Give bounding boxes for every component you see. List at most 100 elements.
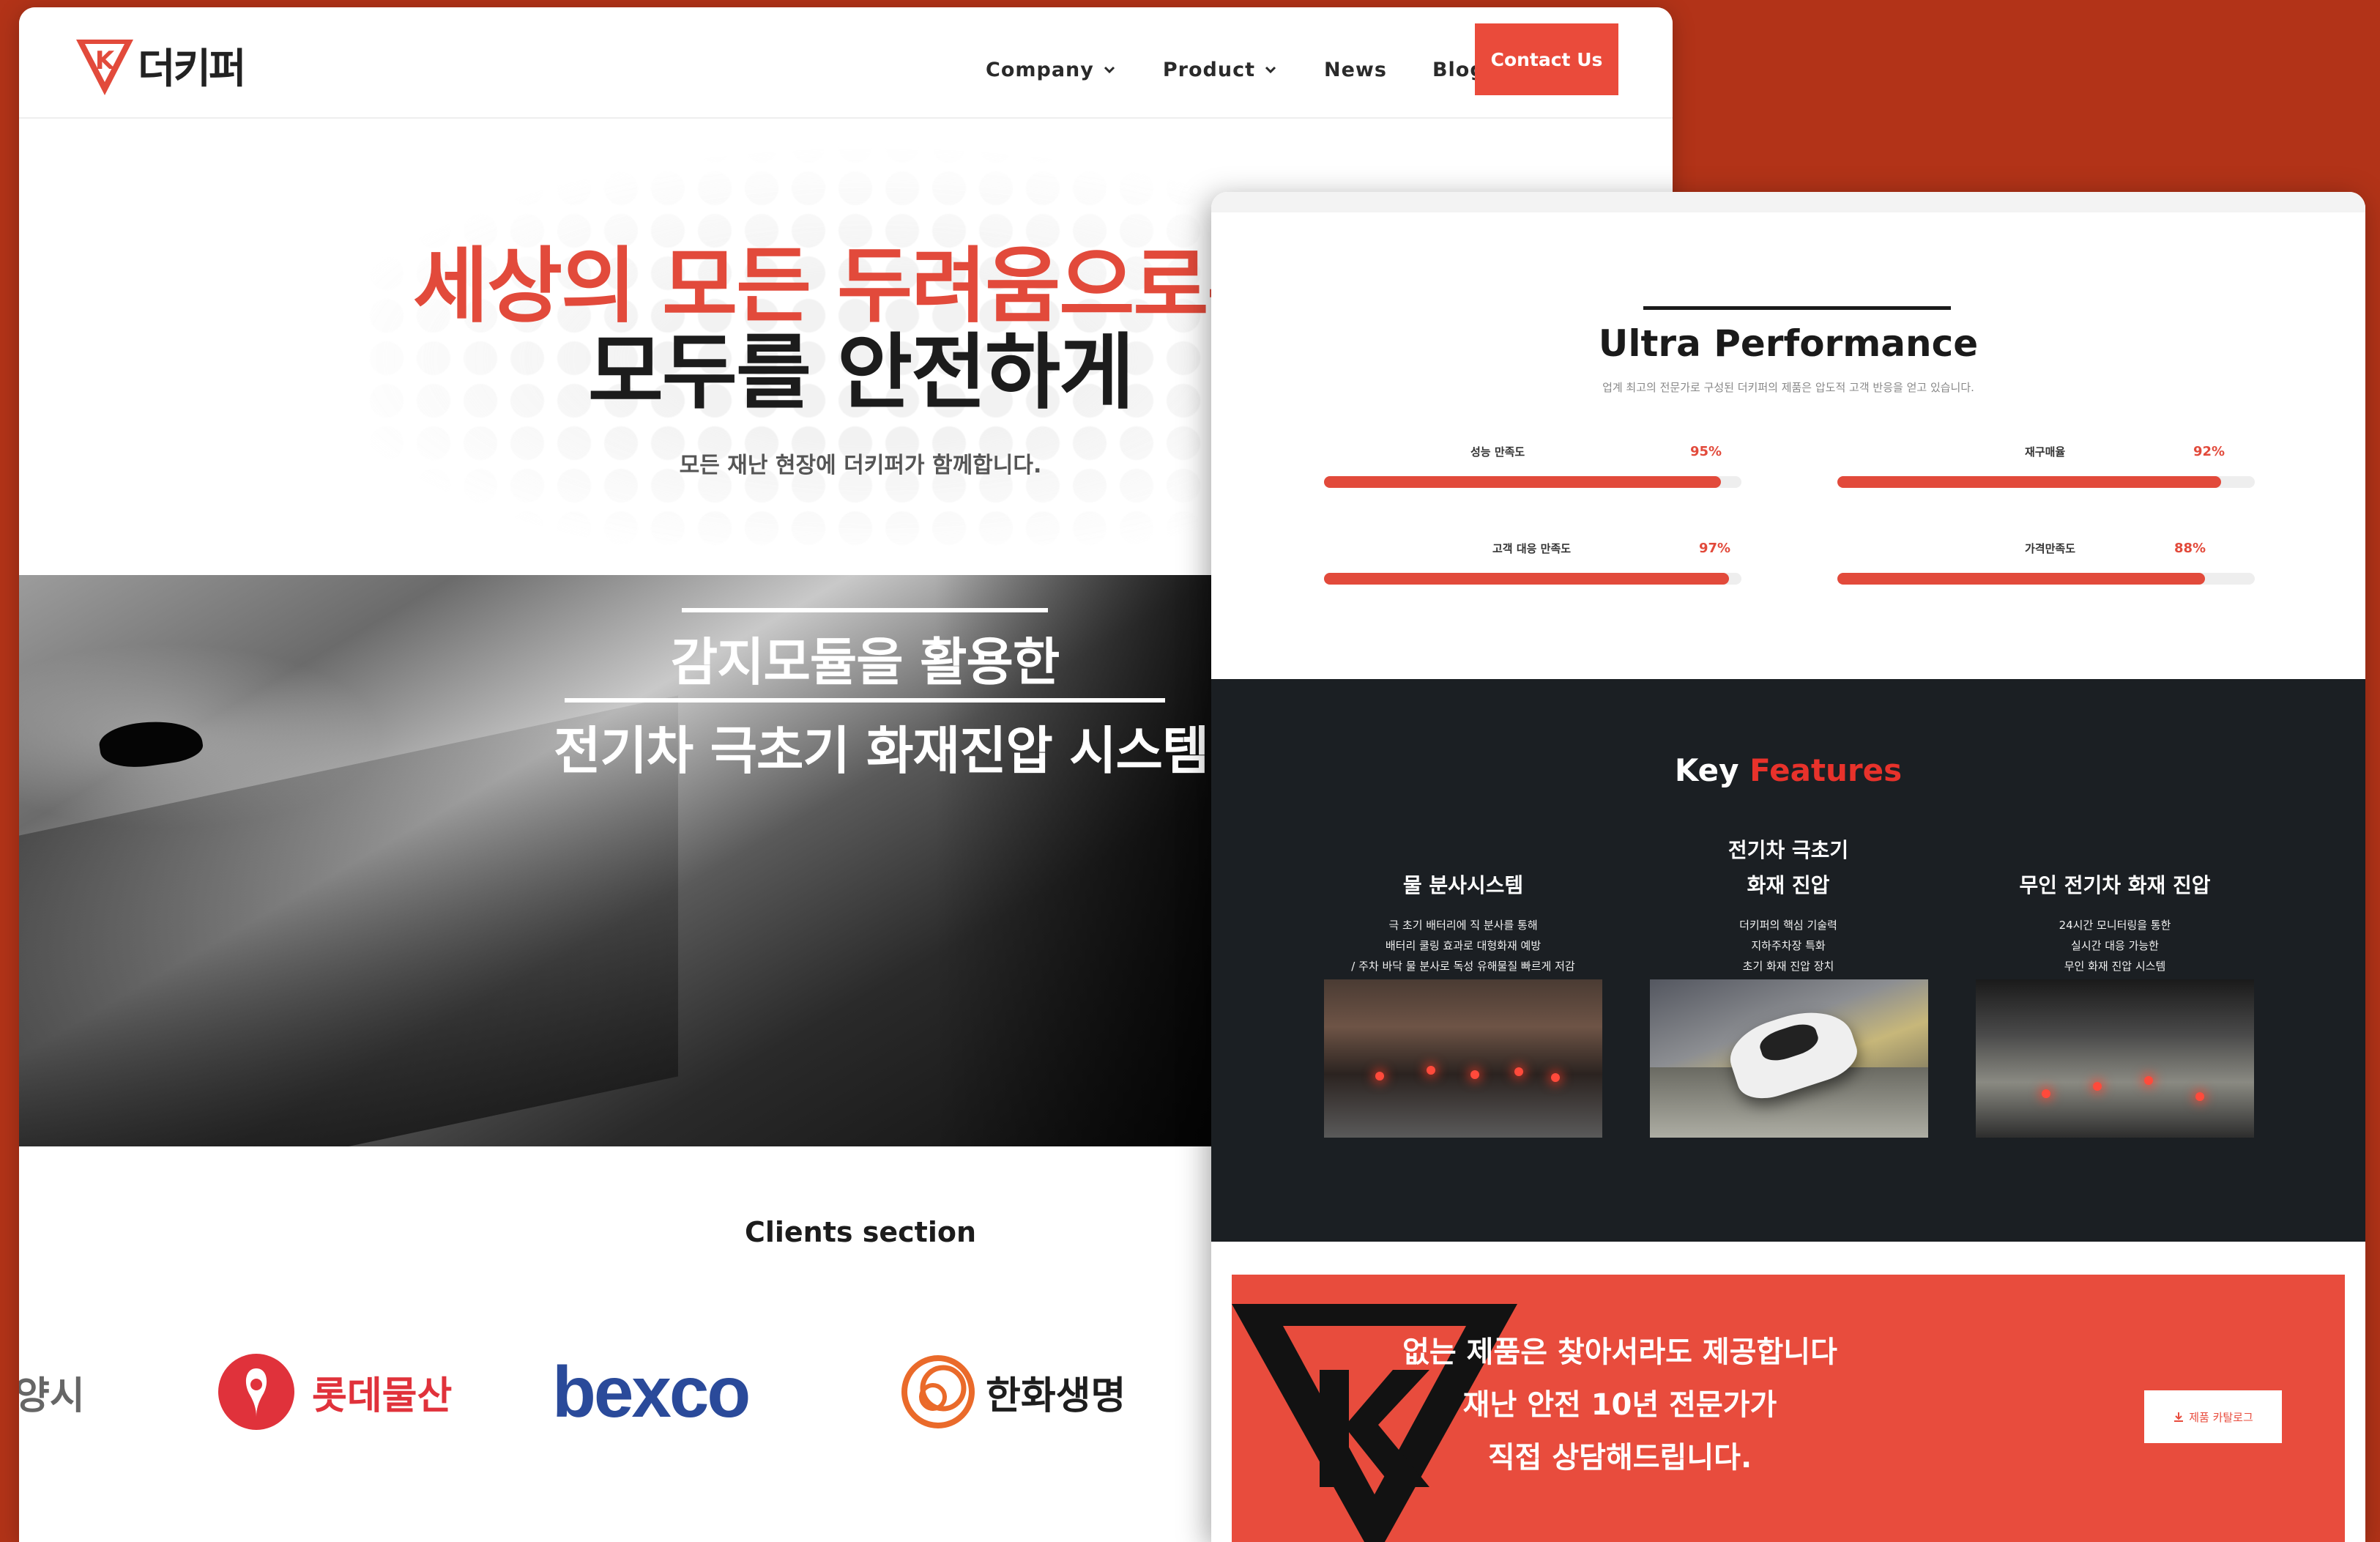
progress-label: 고객 대응 만족도 xyxy=(1492,542,1572,555)
feature-image-unmanned xyxy=(1976,979,2254,1138)
feature-title-line-2: 무인 전기차 화재 진압 xyxy=(2019,873,2211,897)
performance-subtitle: 업계 최고의 전문가로 구성된 더키퍼의 제품은 압도적 고객 반응을 얻고 있… xyxy=(1602,381,1974,394)
progress-fill xyxy=(1324,476,1721,488)
feature-desc-line: 무인 화재 진압 시스템 xyxy=(2064,960,2166,973)
catalog-download-button[interactable]: 제품 카탈로그 xyxy=(2144,1390,2282,1443)
nav-item-company[interactable]: Company xyxy=(986,59,1118,81)
feature-title-line-1: 전기차 극초기 xyxy=(1728,838,1849,862)
banner-title-rule xyxy=(565,698,1165,703)
feature-title-line-1 xyxy=(1323,833,1603,868)
feature-desc-line: 더키퍼의 핵심 기술력 xyxy=(1739,919,1837,932)
progress-label: 가격만족도 xyxy=(2025,542,2076,555)
progress-track xyxy=(1837,573,2255,585)
progress-label: 재구매율 xyxy=(2025,445,2066,459)
clients-logo-row: 양시 롯데물산 bexco 한화생명 xyxy=(19,1326,1220,1458)
client-logo-hanwha: 한화생명 xyxy=(898,1326,1126,1458)
progress-track xyxy=(1837,476,2255,488)
feature-ev-early-suppression: 전기차 극초기 화재 진압 더키퍼의 핵심 기술력 지하주차장 특화 초기 화재… xyxy=(1648,833,1928,976)
feature-description: 극 초기 배터리에 직 분사를 통해 배터리 쿨링 효과로 대형화재 예방 / … xyxy=(1323,915,1603,976)
banner-title-line-2: 전기차 극초기 화재진압 시스템 xyxy=(554,721,1209,781)
feature-water-spray: 물 분사시스템 극 초기 배터리에 직 분사를 통해 배터리 쿨링 효과로 대형… xyxy=(1323,833,1603,976)
client-name: 롯데물산 xyxy=(312,1374,453,1418)
hero-banner-image: 감지모듈을 활용한 전기차 극초기 화재진압 시스템 xyxy=(19,575,1220,1146)
sprinkler-light xyxy=(1514,1067,1523,1076)
cta-line: 재난 안전 10년 전문가가 xyxy=(1462,1388,1777,1422)
progress-track xyxy=(1324,573,1741,585)
sprinkler-light xyxy=(1427,1066,1435,1075)
client-logo-bexco: bexco xyxy=(552,1326,751,1458)
cta-line: 직접 상담해드립니다. xyxy=(1487,1441,1752,1475)
feature-desc-line: 초기 화재 진압 장치 xyxy=(1742,960,1834,973)
progress-percent: 92% xyxy=(2193,444,2225,459)
hanwha-logo-icon xyxy=(901,1355,975,1428)
car-silhouette xyxy=(97,714,205,773)
progress-label: 성능 만족도 xyxy=(1470,445,1525,459)
client-logo-city: 양시 xyxy=(19,1326,85,1458)
main-menu: Company Product News Blog xyxy=(986,34,1531,105)
progress-bar-customer-response: 고객 대응 만족도 97% xyxy=(1324,541,1741,599)
sprinkler-light xyxy=(2093,1082,2102,1091)
feature-desc-line: 극 초기 배터리에 직 분사를 통해 xyxy=(1388,919,1538,932)
cta-message: 없는 제품은 찾아서라도 제공합니다 재난 안전 10년 전문가가 직접 상담해… xyxy=(1364,1326,1876,1484)
top-navigation: K 더키퍼 Company Product News Blog Contact … xyxy=(19,7,1673,119)
feature-desc-line: / 주차 바닥 물 분사로 독성 유해물질 빠르게 저감 xyxy=(1351,960,1575,973)
nav-item-news[interactable]: News xyxy=(1324,59,1387,81)
cta-section: 없는 제품은 찾아서라도 제공합니다 재난 안전 10년 전문가가 직접 상담해… xyxy=(1211,1242,2365,1542)
nav-item-product[interactable]: Product xyxy=(1163,59,1279,81)
sprinkler-light xyxy=(2042,1089,2050,1098)
performance-title: Ultra Performance xyxy=(1598,322,1979,365)
cta-line: 없는 제품은 찾아서라도 제공합니다 xyxy=(1402,1335,1837,1369)
feature-desc-line: 배터리 쿨링 효과로 대형화재 예방 xyxy=(1385,939,1542,952)
feature-title-line-1 xyxy=(1975,833,2255,868)
feature-image-ev-suppression xyxy=(1650,979,1928,1138)
feature-desc-line: 실시간 대응 가능한 xyxy=(2071,939,2159,952)
progress-fill xyxy=(1837,573,2205,585)
svg-text:K: K xyxy=(95,46,116,75)
progress-percent: 88% xyxy=(2174,541,2206,556)
feature-description: 24시간 모니터링을 통한 실시간 대응 가능한 무인 화재 진압 시스템 xyxy=(1975,915,2255,976)
performance-title-rule xyxy=(1643,306,1951,310)
nav-item-label: Company xyxy=(986,58,1094,81)
banner-title-line-1: 감지모듈을 활용한 xyxy=(670,632,1060,692)
progress-percent: 95% xyxy=(1690,444,1722,459)
catalog-button-label: 제품 카탈로그 xyxy=(2189,1410,2253,1424)
logo-text: 더키퍼 xyxy=(138,45,247,93)
nav-item-label: Product xyxy=(1162,58,1255,81)
lotte-logo-icon xyxy=(218,1354,294,1430)
features-title-plain: Key xyxy=(1674,752,1739,788)
client-name: bexco xyxy=(552,1351,751,1432)
k-logo-icon: K xyxy=(76,40,133,95)
nav-item-label: News xyxy=(1324,58,1387,81)
progress-fill xyxy=(1324,573,1729,585)
chevron-down-icon xyxy=(1265,66,1276,74)
progress-bar-repurchase: 재구매율 92% xyxy=(1837,444,2255,503)
progress-fill xyxy=(1837,476,2222,488)
progress-bar-performance: 성능 만족도 95% xyxy=(1324,444,1741,503)
download-icon xyxy=(2174,1412,2184,1422)
feature-desc-line: 지하주차장 특화 xyxy=(1751,939,1826,952)
client-name: 한화생명 xyxy=(986,1374,1126,1418)
sprinkler-light xyxy=(2195,1092,2204,1101)
client-logo-lotte: 롯데물산 xyxy=(217,1326,452,1458)
performance-section: Ultra Performance 업계 최고의 전문가로 구성된 더키퍼의 제… xyxy=(1211,192,2365,679)
feature-description: 더키퍼의 핵심 기술력 지하주차장 특화 초기 화재 진압 장치 xyxy=(1648,915,1928,976)
feature-image-water-spray xyxy=(1324,979,1602,1138)
progress-percent: 97% xyxy=(1699,541,1731,556)
feature-unmanned-suppression: 무인 전기차 화재 진압 24시간 모니터링을 통한 실시간 대응 가능한 무인… xyxy=(1975,833,2255,976)
sprinkler-light xyxy=(1375,1072,1384,1080)
features-title-accent: Features xyxy=(1749,752,1903,788)
chevron-down-icon xyxy=(1104,66,1115,74)
contact-us-button[interactable]: Contact Us xyxy=(1475,23,1618,95)
client-name: 양시 xyxy=(19,1374,85,1418)
key-features-title: Key Features xyxy=(1211,752,2365,788)
site-logo[interactable]: K 더키퍼 xyxy=(73,32,247,98)
key-features-section: Key Features 물 분사시스템 극 초기 배터리에 직 분사를 통해 … xyxy=(1211,679,2365,1242)
banner-title: 감지모듈을 활용한 전기차 극초기 화재진압 시스템 xyxy=(554,608,1209,784)
feature-desc-line: 24시간 모니터링을 통한 xyxy=(2059,919,2171,932)
feature-title-line-2: 물 분사시스템 xyxy=(1402,873,1524,897)
progress-bar-price: 가격만족도 88% xyxy=(1837,541,2255,599)
sprinkler-light xyxy=(2144,1076,2153,1085)
progress-track xyxy=(1324,476,1741,488)
details-window: Ultra Performance 업계 최고의 전문가로 구성된 더키퍼의 제… xyxy=(1211,192,2365,1542)
cta-banner: 없는 제품은 찾아서라도 제공합니다 재난 안전 10년 전문가가 직접 상담해… xyxy=(1232,1275,2345,1542)
